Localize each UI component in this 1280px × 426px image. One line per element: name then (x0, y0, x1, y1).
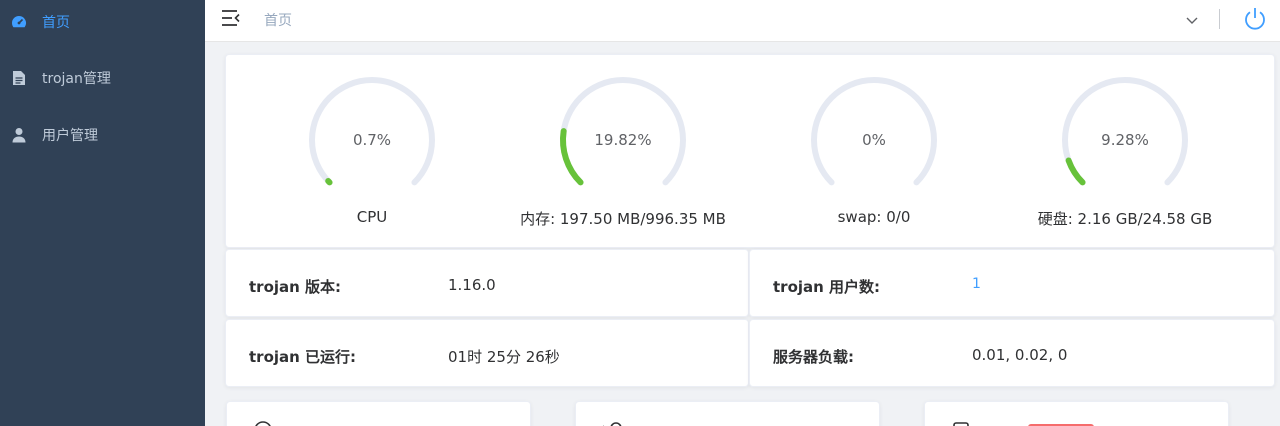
sidebar: 首页 trojan管理 用户管理 (0, 0, 205, 426)
sidebar-item-home[interactable]: 首页 (0, 0, 205, 50)
gauge-fill (325, 178, 333, 186)
sidebar-item-label: 首页 (42, 15, 70, 31)
gauge-disk: 9.28% 硬盘: 2.16 GB/24.58 GB (994, 55, 1256, 249)
gauge-caption: 硬盘: 2.16 GB/24.58 GB (1037, 210, 1213, 228)
menu-fold-icon[interactable] (221, 9, 241, 27)
trojan-version-label: trojan 版本: (249, 278, 342, 296)
trojan-users-value[interactable]: 1 (972, 276, 981, 292)
sidebar-item-label: 用户管理 (42, 128, 98, 144)
gauge-caption: CPU (356, 208, 388, 226)
server-load-label: 服务器负载: (773, 348, 854, 366)
sidebar-item-trojan[interactable]: trojan管理 (0, 50, 205, 106)
server-load-value: 0.01, 0.02, 0 (972, 346, 1068, 364)
trojan-uptime-label: trojan 已运行: (249, 348, 357, 366)
sidebar-item-users[interactable]: 用户管理 (0, 107, 205, 163)
chevron-down-icon[interactable] (1185, 12, 1199, 26)
gauge-caption: swap: 0/0 (837, 208, 911, 226)
sidebar-item-label: trojan管理 (42, 71, 111, 87)
breadcrumb: 首页 (264, 13, 292, 29)
clock-icon (253, 420, 273, 426)
gauge-memory: 19.82% 内存: 197.50 MB/996.35 MB (492, 55, 754, 249)
trojan-version-value: 1.16.0 (448, 276, 496, 294)
gauge-caption: 内存: 197.50 MB/996.35 MB (520, 210, 726, 228)
gauge-swap: 0% swap: 0/0 (743, 55, 1005, 249)
bottom-card-1 (226, 401, 531, 426)
bottom-card-3 (924, 401, 1229, 426)
server-load-card: 服务器负载: 0.01, 0.02, 0 (749, 319, 1275, 387)
trojan-users-label: trojan 用户数: (773, 278, 881, 296)
header-divider (1219, 9, 1220, 29)
trojan-uptime-card: trojan 已运行: 01时 25分 26秒 (225, 319, 749, 387)
status-gauges-card: 0.7% CPU 19.82% 内存: 197.50 MB/996.35 MB … (225, 54, 1275, 248)
bottom-card-2 (575, 401, 880, 426)
power-icon[interactable] (1242, 6, 1268, 32)
dashboard-icon (10, 13, 28, 31)
gauge-percent: 0.7% (352, 131, 392, 149)
gauge-cpu: 0.7% CPU (241, 55, 503, 249)
user-icon (10, 126, 28, 144)
clipboard-icon (953, 422, 969, 426)
trojan-uptime-value: 01时 25分 26秒 (448, 348, 560, 366)
top-navbar: 首页 (205, 0, 1280, 42)
settings-icon (596, 420, 624, 426)
trojan-users-card: trojan 用户数: 1 (749, 249, 1275, 317)
gauge-percent: 0% (862, 131, 886, 149)
gauge-percent: 19.82% (594, 131, 652, 149)
gauge-percent: 9.28% (1101, 131, 1149, 149)
trojan-version-card: trojan 版本: 1.16.0 (225, 249, 749, 317)
document-icon (10, 69, 28, 87)
